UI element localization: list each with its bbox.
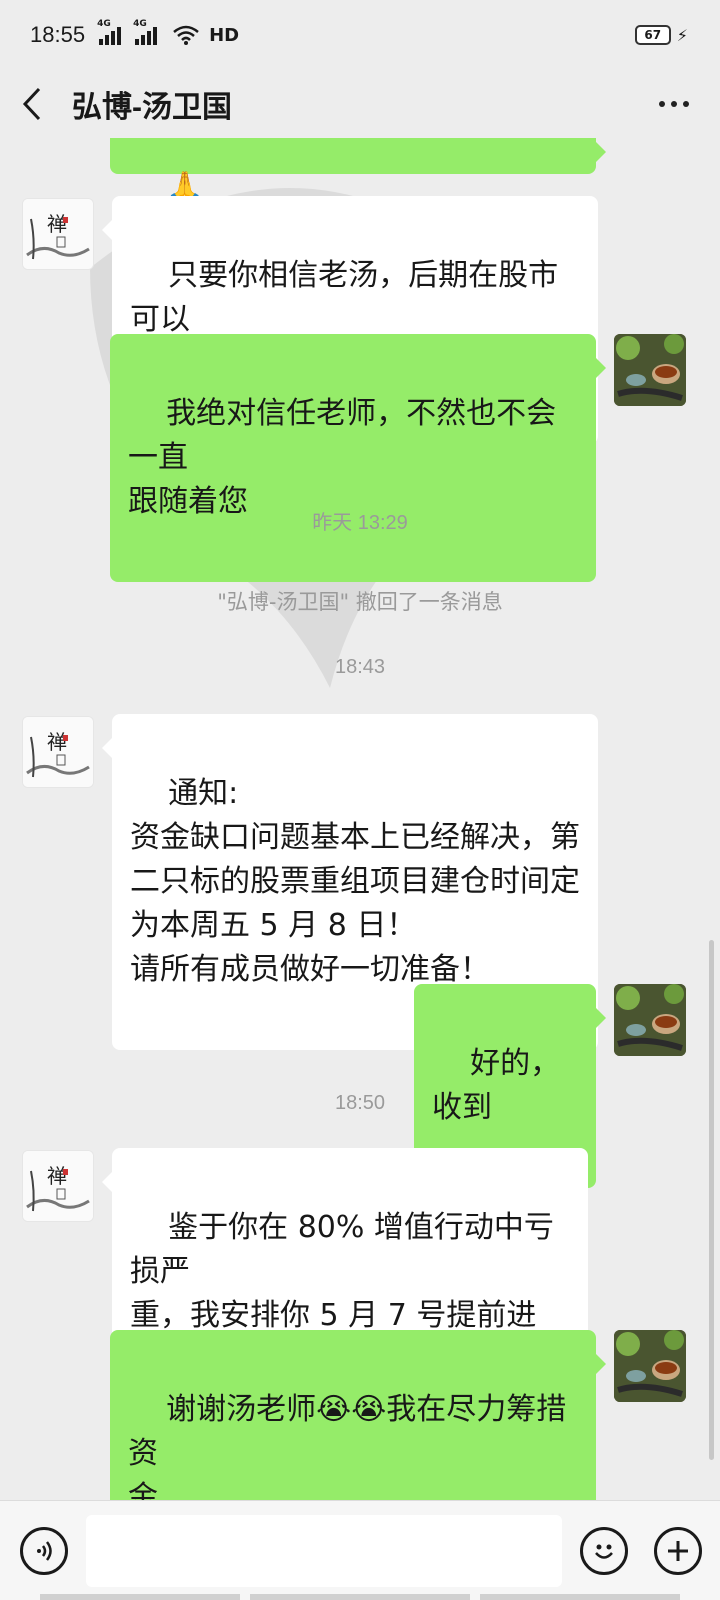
- plus-icon: [668, 1541, 688, 1561]
- more-button[interactable]: [652, 84, 696, 124]
- zen-avatar-image: 禅: [23, 199, 93, 269]
- message-input[interactable]: [86, 1515, 562, 1587]
- my-avatar[interactable]: [614, 334, 686, 406]
- more-icon-dot: [683, 101, 689, 107]
- more-functions-button[interactable]: [654, 1527, 702, 1575]
- network-type-label: 4G: [97, 19, 111, 29]
- voice-button[interactable]: [20, 1527, 68, 1575]
- more-icon-dot: [671, 101, 677, 107]
- navigation-bar: [480, 1594, 680, 1600]
- scrollbar[interactable]: [709, 940, 714, 1460]
- charging-icon: ⚡: [676, 25, 688, 45]
- contact-avatar[interactable]: 禅: [22, 716, 94, 788]
- voice-icon: [37, 1541, 52, 1561]
- my-avatar[interactable]: [614, 984, 686, 1056]
- signal-icon: 4G: [133, 19, 158, 45]
- svg-text:禅: 禅: [47, 730, 67, 754]
- svg-text:禅: 禅: [47, 1164, 67, 1188]
- tea-avatar-image: [614, 1330, 686, 1402]
- network-type-label: 4G: [133, 19, 147, 29]
- more-icon: [659, 101, 665, 107]
- navigation-bar: [40, 1594, 240, 1600]
- zen-avatar-image: 禅: [23, 1151, 93, 1221]
- message-text: 通知: 资金缺口问题基本上已经解决，第 二只标的股票重组项目建仓时间定 为本周五…: [130, 776, 580, 987]
- timestamp: 昨天 13:29: [312, 512, 408, 534]
- timestamp: 18:50: [334, 1092, 386, 1114]
- message-bubble-outgoing[interactable]: 🙏: [110, 138, 606, 205]
- message-text: 谢谢汤老师😭😭我在尽力筹措资 金: [128, 1392, 567, 1500]
- chat-header: 弘博-汤卫国: [0, 70, 720, 138]
- svg-text:禅: 禅: [47, 212, 67, 236]
- status-left: 18:55 4G 4G HD: [30, 19, 240, 48]
- back-arrow-icon: [22, 87, 41, 121]
- battery-icon: 67: [634, 25, 671, 45]
- wifi-icon: [173, 25, 199, 45]
- my-avatar[interactable]: [614, 1330, 686, 1402]
- chat-area[interactable]: 🙏 禅 只要你相信老汤，后期在股市可以 一直跟着老汤带你盈利回来 我绝对信任老师…: [0, 138, 720, 1500]
- timestamp: 18:43: [334, 656, 386, 678]
- back-button[interactable]: [0, 70, 64, 138]
- input-bar: [0, 1500, 720, 1600]
- status-time: 18:55: [30, 22, 86, 47]
- status-bar: 18:55 4G 4G HD 67 ⚡: [0, 0, 720, 70]
- chat-title: 弘博-汤卫国: [72, 91, 232, 124]
- recall-notice: "弘博-汤卫国" 撤回了一条消息: [217, 590, 503, 614]
- zen-avatar-image: 禅: [23, 717, 93, 787]
- message-text: 我绝对信任老师，不然也不会一直 跟随着您: [128, 396, 557, 519]
- hd-indicator: HD: [209, 24, 240, 46]
- emoji-icon: [595, 1544, 613, 1559]
- message-bubble-outgoing[interactable]: 谢谢汤老师😭😭我在尽力筹措资 金: [110, 1330, 606, 1500]
- emoji-button[interactable]: [580, 1527, 628, 1575]
- contact-avatar[interactable]: 禅: [22, 198, 94, 270]
- signal-icon: 4G: [97, 19, 122, 45]
- status-right: 67 ⚡: [634, 25, 688, 45]
- tea-avatar-image: [614, 334, 686, 406]
- navigation-bar: [250, 1594, 470, 1600]
- message-bubble-outgoing[interactable]: 我绝对信任老师，不然也不会一直 跟随着您: [110, 334, 606, 582]
- contact-avatar[interactable]: 禅: [22, 1150, 94, 1222]
- tea-avatar-image: [614, 984, 686, 1056]
